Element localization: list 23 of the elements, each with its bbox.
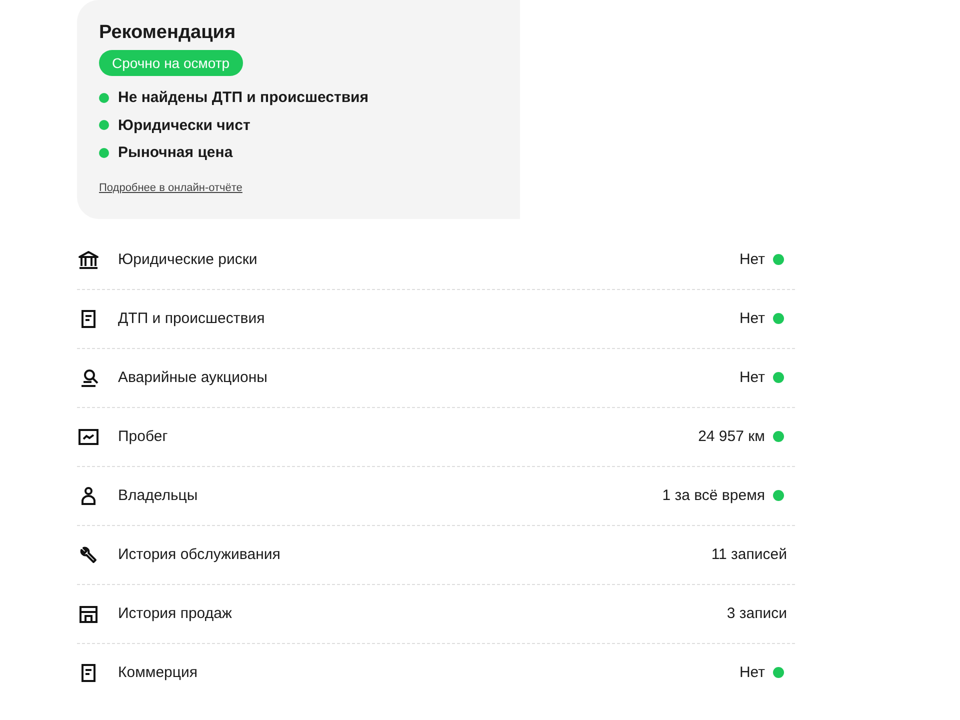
row-label: Владельцы: [118, 487, 199, 504]
row-value: Нет: [739, 251, 765, 268]
report-link[interactable]: Подробнее в онлайн-отчёте: [99, 182, 242, 194]
check-item: Не найдены ДТП и происшествия: [118, 89, 369, 106]
check-item: Юридически чист: [118, 116, 250, 134]
row-label: Юридические риски: [118, 251, 258, 268]
row-value: Нет: [739, 310, 765, 327]
row-label: Аварийные аукционы: [118, 369, 268, 386]
row-value: 24 957 км: [698, 428, 765, 445]
row-value: Нет: [739, 369, 765, 386]
row-label: История обслуживания: [118, 546, 282, 563]
row-label: История продаж: [118, 605, 233, 622]
row-value: 3 записи: [726, 605, 787, 622]
row-value: 1 за всё время: [662, 487, 765, 504]
row-label: ДТП и происшествия: [118, 310, 266, 327]
bank-icon: [77, 248, 100, 270]
row-label: Коммерция: [118, 664, 198, 681]
card-title: Рекомендация: [99, 22, 237, 44]
status-badge: Срочно на осмотр: [99, 50, 243, 76]
check-item: Рыночная цена: [118, 144, 233, 162]
row-label: Пробег: [118, 428, 169, 445]
row-value: Нет: [739, 664, 765, 681]
row-value: 11 записей: [711, 546, 787, 563]
